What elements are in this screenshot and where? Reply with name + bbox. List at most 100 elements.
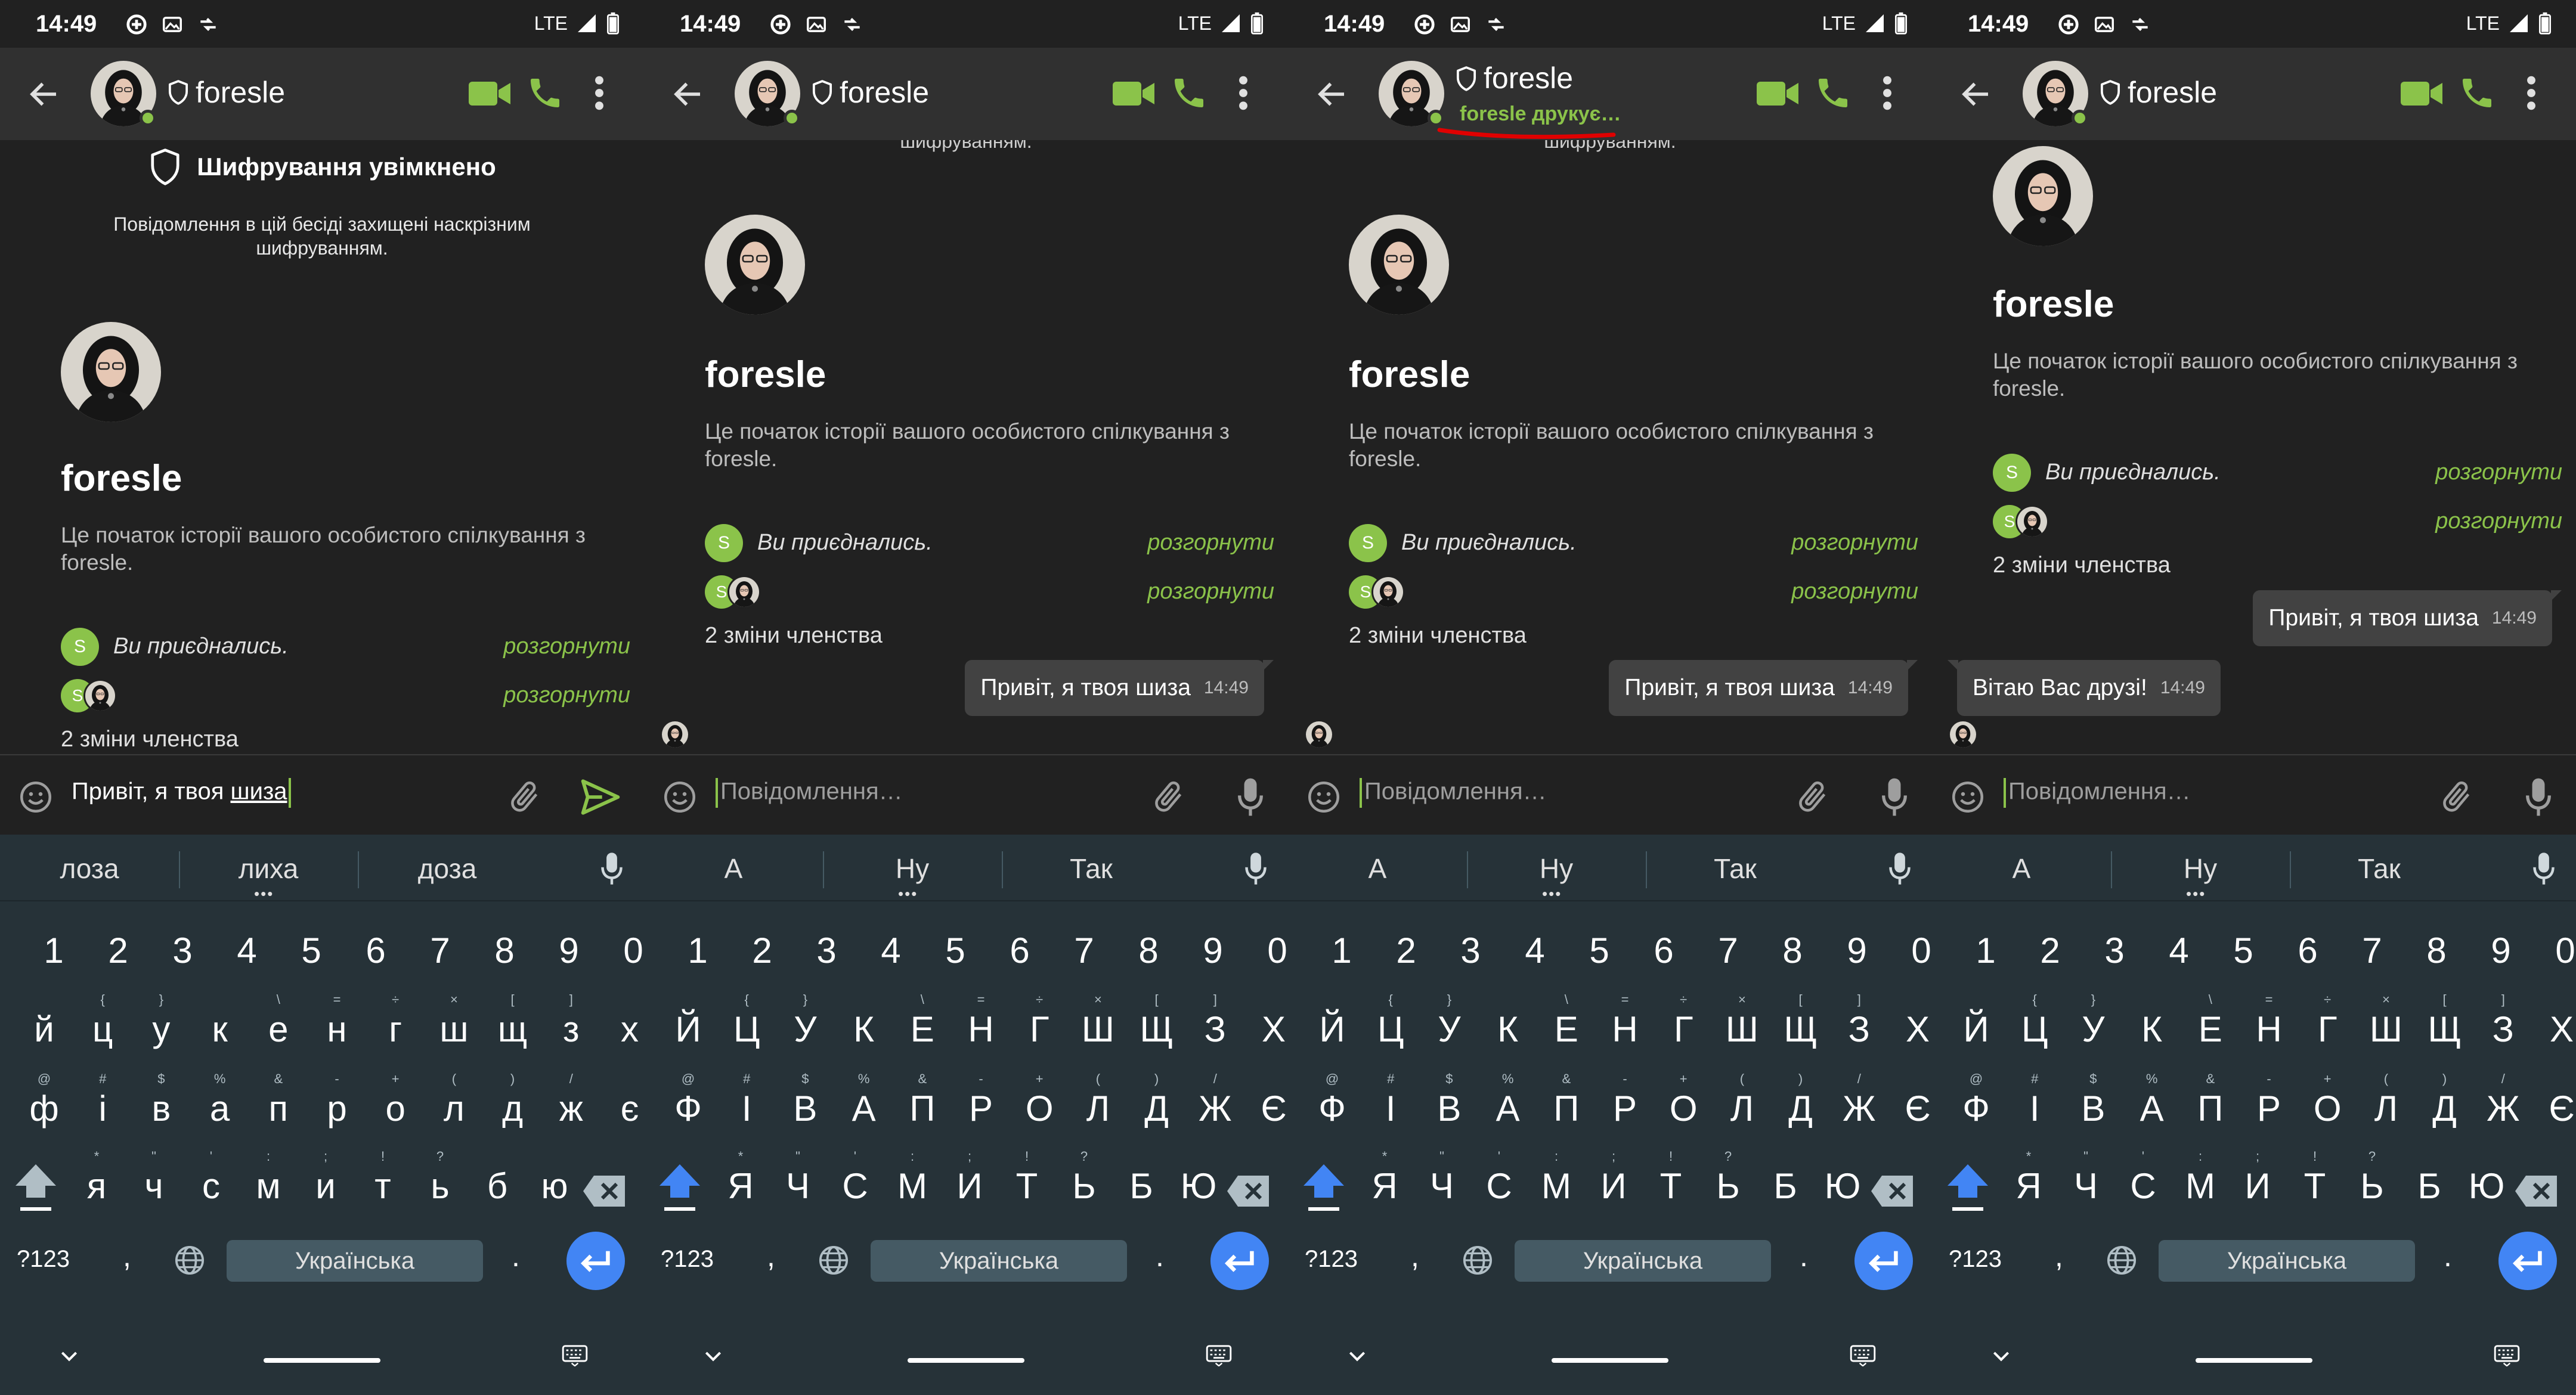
- message-input[interactable]: Повідомлення…: [2004, 778, 2191, 808]
- more-suggestions-dots[interactable]: •••: [898, 885, 918, 903]
- key-letter[interactable]: ; И: [1554, 1148, 1626, 1219]
- room-avatar[interactable]: [1993, 146, 2093, 246]
- key-letter[interactable]: = Н: [2209, 991, 2281, 1062]
- key-letter[interactable]: :М: [853, 1148, 927, 1219]
- key-7[interactable]: 7: [2312, 912, 2382, 984]
- key-letter[interactable]: Б: [2370, 1148, 2441, 1219]
- key-letter[interactable]: Є: [2502, 1070, 2574, 1142]
- voice-input-icon[interactable]: [1888, 851, 1912, 886]
- keyboard-switch-icon[interactable]: [1206, 1345, 1232, 1366]
- key-letter[interactable]: :М: [2141, 1148, 2215, 1219]
- key-3[interactable]: 3: [767, 912, 836, 984]
- key-letter[interactable]: ) Д: [1741, 1070, 1813, 1142]
- key-letter[interactable]: + О: [2268, 1070, 2342, 1142]
- key-letter[interactable]: [щ: [453, 991, 527, 1062]
- home-gesture-bar[interactable]: [264, 1358, 380, 1363]
- key-letter[interactable]: & п: [219, 1070, 289, 1142]
- key-letter[interactable]: % А: [2092, 1070, 2164, 1142]
- symbols-key[interactable]: ?123: [1949, 1246, 2002, 1273]
- key-letter[interactable]: Й: [1932, 991, 1989, 1062]
- key-letter[interactable]: \ Е: [1507, 991, 1578, 1062]
- key-letter[interactable]: \ Е: [863, 991, 934, 1062]
- space-bar[interactable]: Українська: [2159, 1240, 2415, 1282]
- key-letter[interactable]: * я: [37, 1148, 107, 1219]
- key-letter[interactable]: ; И: [2198, 1148, 2270, 1219]
- backspace-icon[interactable]: [582, 1173, 627, 1209]
- key-letter[interactable]: Б: [1082, 1148, 1153, 1219]
- key-8[interactable]: 8: [445, 912, 514, 984]
- key-letter[interactable]: ' С: [795, 1148, 868, 1219]
- comma-key[interactable]: ,: [1411, 1239, 1419, 1273]
- key-letter[interactable]: ? ь: [380, 1148, 449, 1219]
- suggestion[interactable]: Так: [1646, 852, 1825, 885]
- key-letter[interactable]: + о: [336, 1070, 405, 1142]
- home-gesture-bar[interactable]: [908, 1358, 1024, 1363]
- key-letter[interactable]: -Р: [921, 1070, 993, 1142]
- key-letter[interactable]: {Ц: [1331, 991, 1404, 1062]
- key-letter[interactable]: -Р: [1565, 1070, 1637, 1142]
- key-letter[interactable]: $ В: [1389, 1070, 1461, 1142]
- key-letter[interactable]: } У: [1389, 991, 1460, 1062]
- video-call-icon[interactable]: [1757, 79, 1800, 108]
- key-letter[interactable]: Ю: [1139, 1148, 1217, 1219]
- globe-icon[interactable]: [817, 1244, 850, 1277]
- backspace-icon[interactable]: [1870, 1173, 1915, 1209]
- voice-input-icon[interactable]: [2532, 851, 2556, 886]
- enter-key[interactable]: [1210, 1232, 1269, 1290]
- key-letter[interactable]: } У: [2033, 991, 2104, 1062]
- key-2[interactable]: 2: [702, 912, 772, 984]
- hide-keyboard-icon[interactable]: [701, 1344, 725, 1368]
- key-letter[interactable]: ] З: [2444, 991, 2514, 1062]
- key-letter[interactable]: % А: [1448, 1070, 1520, 1142]
- key-letter[interactable]: К: [1448, 991, 1518, 1062]
- key-letter[interactable]: ] з: [512, 991, 580, 1062]
- key-letter[interactable]: } у: [101, 991, 170, 1062]
- attachment-icon[interactable]: [506, 778, 544, 816]
- comma-key[interactable]: ,: [123, 1239, 131, 1273]
- chat-timeline[interactable]: шифруванням. foresle Це початок історії ва…: [644, 140, 1288, 754]
- key-letter[interactable]: (л: [394, 1070, 465, 1142]
- emoji-icon[interactable]: [662, 779, 698, 815]
- chat-title[interactable]: foresle: [2128, 75, 2217, 110]
- chat-timeline[interactable]: шифруванням. foresle Це початок історії ва…: [1288, 140, 1932, 754]
- key-1[interactable]: 1: [1288, 912, 1351, 984]
- suggestion[interactable]: лоза: [0, 852, 179, 885]
- key-letter[interactable]: * Я: [1325, 1148, 1397, 1219]
- key-letter[interactable]: + О: [1624, 1070, 1698, 1142]
- key-letter[interactable]: % А: [804, 1070, 876, 1142]
- key-letter[interactable]: + О: [980, 1070, 1054, 1142]
- key-letter[interactable]: ] З: [1800, 991, 1870, 1062]
- period-key[interactable]: .: [1800, 1239, 1808, 1273]
- key-letter[interactable]: @ ф: [0, 1070, 58, 1142]
- expand-link[interactable]: розгорнути: [2435, 460, 2562, 485]
- expand-link[interactable]: розгорнути: [2435, 509, 2562, 534]
- key-letter[interactable]: Ю: [2427, 1148, 2505, 1219]
- key-4[interactable]: 4: [1475, 912, 1544, 984]
- period-key[interactable]: .: [2444, 1239, 2452, 1273]
- suggestion[interactable]: Ну: [1467, 852, 1646, 885]
- more-suggestions-dots[interactable]: •••: [1542, 885, 1562, 903]
- key-letter[interactable]: [Щ: [2385, 991, 2461, 1062]
- key-letter[interactable]: Х: [1214, 991, 1286, 1062]
- key-letter[interactable]: ) д: [453, 1070, 523, 1142]
- key-letter[interactable]: ) Д: [1097, 1070, 1169, 1142]
- key-0[interactable]: 0: [1862, 912, 1931, 984]
- key-5[interactable]: 5: [1540, 912, 1609, 984]
- globe-icon[interactable]: [1461, 1244, 1494, 1277]
- key-0[interactable]: 0: [1218, 912, 1287, 984]
- video-call-icon[interactable]: [1113, 79, 1156, 108]
- more-suggestions-dots[interactable]: •••: [254, 885, 274, 903]
- key-3[interactable]: 3: [123, 912, 192, 984]
- voice-input-icon[interactable]: [600, 851, 624, 886]
- key-letter[interactable]: ) Д: [2385, 1070, 2457, 1142]
- key-letter[interactable]: й: [0, 991, 54, 1062]
- message-input[interactable]: Привіт, я твоя шиза: [72, 778, 293, 808]
- key-letter[interactable]: / Ж: [2444, 1070, 2519, 1142]
- hide-keyboard-icon[interactable]: [1989, 1344, 2013, 1368]
- suggestion[interactable]: А: [1288, 852, 1467, 885]
- expand-link[interactable]: розгорнути: [1147, 530, 1274, 556]
- key-letter[interactable]: × ш: [394, 991, 468, 1062]
- emoji-icon[interactable]: [1306, 779, 1342, 815]
- suggestion[interactable]: А: [1932, 852, 2111, 885]
- key-letter[interactable]: ? Ь: [2312, 1148, 2383, 1219]
